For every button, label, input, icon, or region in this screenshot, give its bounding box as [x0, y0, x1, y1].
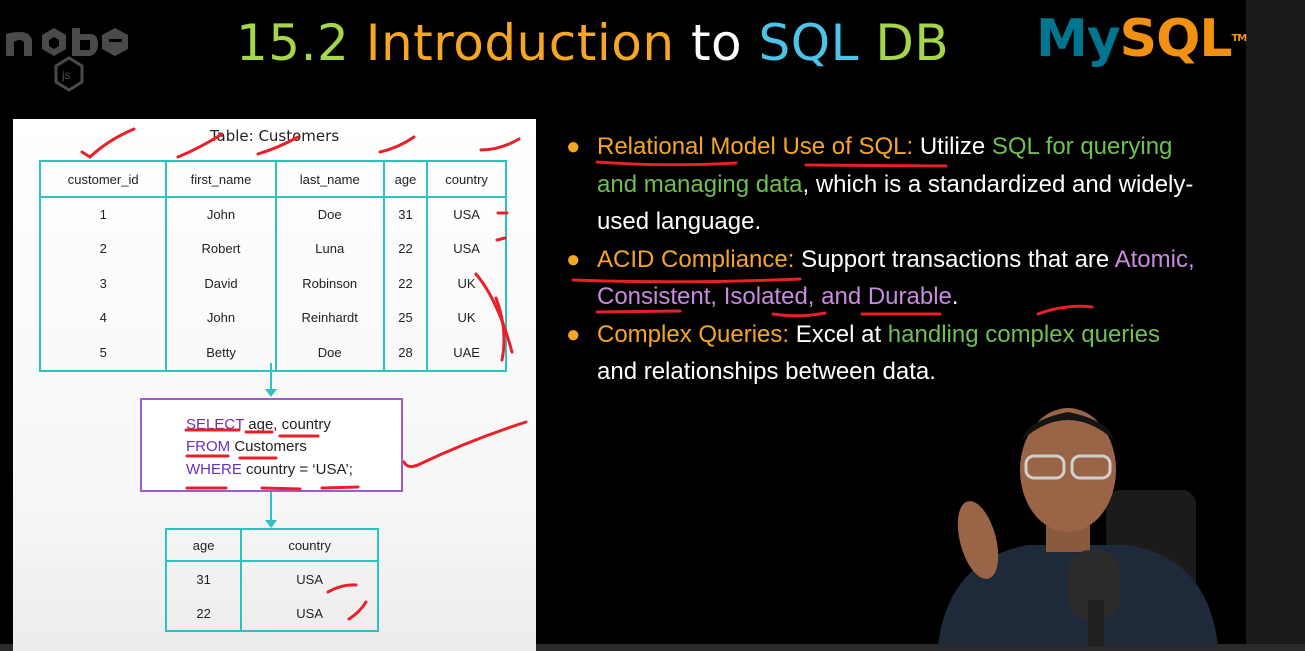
customers-table-cell: 4 — [38, 300, 168, 335]
result-column-header: country — [240, 528, 379, 562]
title-number: 15.2 — [236, 14, 350, 72]
customers-table-cell: Doe — [274, 197, 385, 232]
slide-title: 15.2 Introduction to SQL DB — [236, 10, 949, 76]
bullet-dot-icon: ● — [566, 245, 581, 273]
customers-table-cell: UK — [426, 300, 507, 335]
nodejs-logo: js — [6, 28, 128, 92]
flow-arrow-line-2 — [270, 492, 272, 522]
result-table-cell: 31 — [164, 561, 243, 596]
customers-table-cell: John — [165, 300, 277, 335]
customers-table-cell: 1 — [38, 197, 168, 232]
customers-table-cell: 25 — [382, 300, 429, 335]
customers-table-row: 2 Robert Luna 22 USA — [38, 231, 507, 266]
customers-table-cell: UAE — [426, 335, 507, 372]
customers-column-header: country — [426, 160, 507, 198]
flow-arrow-head-2 — [265, 520, 277, 528]
customers-table-cell: David — [165, 266, 277, 301]
customers-table-cell: 22 — [382, 231, 429, 266]
feature-bullet-list: ● Relational Model Use of SQL: Utilize SQ… — [566, 128, 1206, 391]
bullet-item: ● Relational Model Use of SQL: Utilize SQ… — [566, 128, 1206, 241]
customers-table-cell: 31 — [382, 197, 429, 232]
table-title: Table: Customers — [209, 127, 340, 145]
customers-table-row: 3 David Robinson 22 UK — [38, 266, 507, 301]
customers-table-cell: USA — [426, 197, 507, 232]
sql-query-box: SELECT age, country FROM Customers WHERE… — [140, 398, 403, 492]
bullet-item: ● Complex Queries: Excel at handling comp… — [566, 316, 1206, 391]
title-intro: Introduction — [365, 14, 675, 72]
flow-arrow-head — [265, 389, 277, 397]
bullet-item: ● ACID Compliance: Support transactions t… — [566, 241, 1206, 316]
presenter-video-overlay — [938, 408, 1218, 646]
customers-table-cell: Robinson — [274, 266, 385, 301]
customers-table-cell: John — [165, 197, 277, 232]
result-table-row: 22 USA — [164, 596, 379, 632]
customers-table-cell: USA — [426, 231, 507, 266]
bullet-dot-icon: ● — [566, 133, 581, 160]
customers-table-cell: 22 — [382, 266, 429, 301]
bullet-dot-icon: ● — [566, 320, 581, 348]
result-table-cell: 22 — [164, 596, 243, 632]
result-table-cell: USA — [240, 561, 379, 596]
customers-table-cell: 3 — [38, 266, 168, 301]
svg-text:js: js — [61, 68, 71, 82]
customers-table-row: 1 John Doe 31 USA — [38, 197, 507, 232]
customers-column-header: age — [382, 160, 429, 198]
mysql-logo: MySQLTM — [1036, 9, 1247, 69]
result-table-row: 31 USA — [164, 561, 379, 596]
customers-table-cell: Robert — [165, 231, 277, 266]
customers-table-cell: Reinhardt — [274, 300, 385, 335]
customers-table-cell: 5 — [38, 335, 168, 372]
query-line-where: WHERE country = ‘USA’; — [186, 461, 353, 478]
customers-column-header: last_name — [274, 160, 385, 198]
result-table: age country 31 USA 22 USA — [164, 528, 379, 632]
right-gutter — [1246, 0, 1305, 651]
title-db: DB — [875, 14, 950, 72]
customers-column-header: first_name — [165, 160, 277, 198]
customers-table-row: 4 John Reinhardt 25 UK — [38, 300, 507, 335]
result-column-header: age — [164, 528, 243, 562]
customers-table-cell: Betty — [165, 335, 277, 372]
customers-table-cell: 2 — [38, 231, 168, 266]
result-table-cell: USA — [240, 596, 379, 632]
query-line-select: SELECT age, country — [186, 416, 331, 433]
title-sql: SQL — [758, 14, 859, 72]
customers-table-row: 5 Betty Doe 28 UAE — [38, 335, 507, 372]
customers-table-cell: Luna — [274, 231, 385, 266]
sql-diagram-panel: Table: Customers customer_id first_name la… — [13, 119, 536, 651]
customers-table-cell: Doe — [274, 335, 385, 372]
flow-arrow-line — [270, 363, 272, 391]
customers-table-cell: 28 — [382, 335, 429, 372]
customers-column-header: customer_id — [38, 160, 168, 198]
customers-table: customer_id first_name last_name age country… — [38, 160, 507, 372]
title-to: to — [690, 14, 743, 72]
query-line-from: FROM Customers — [186, 438, 307, 455]
customers-table-cell: UK — [426, 266, 507, 301]
